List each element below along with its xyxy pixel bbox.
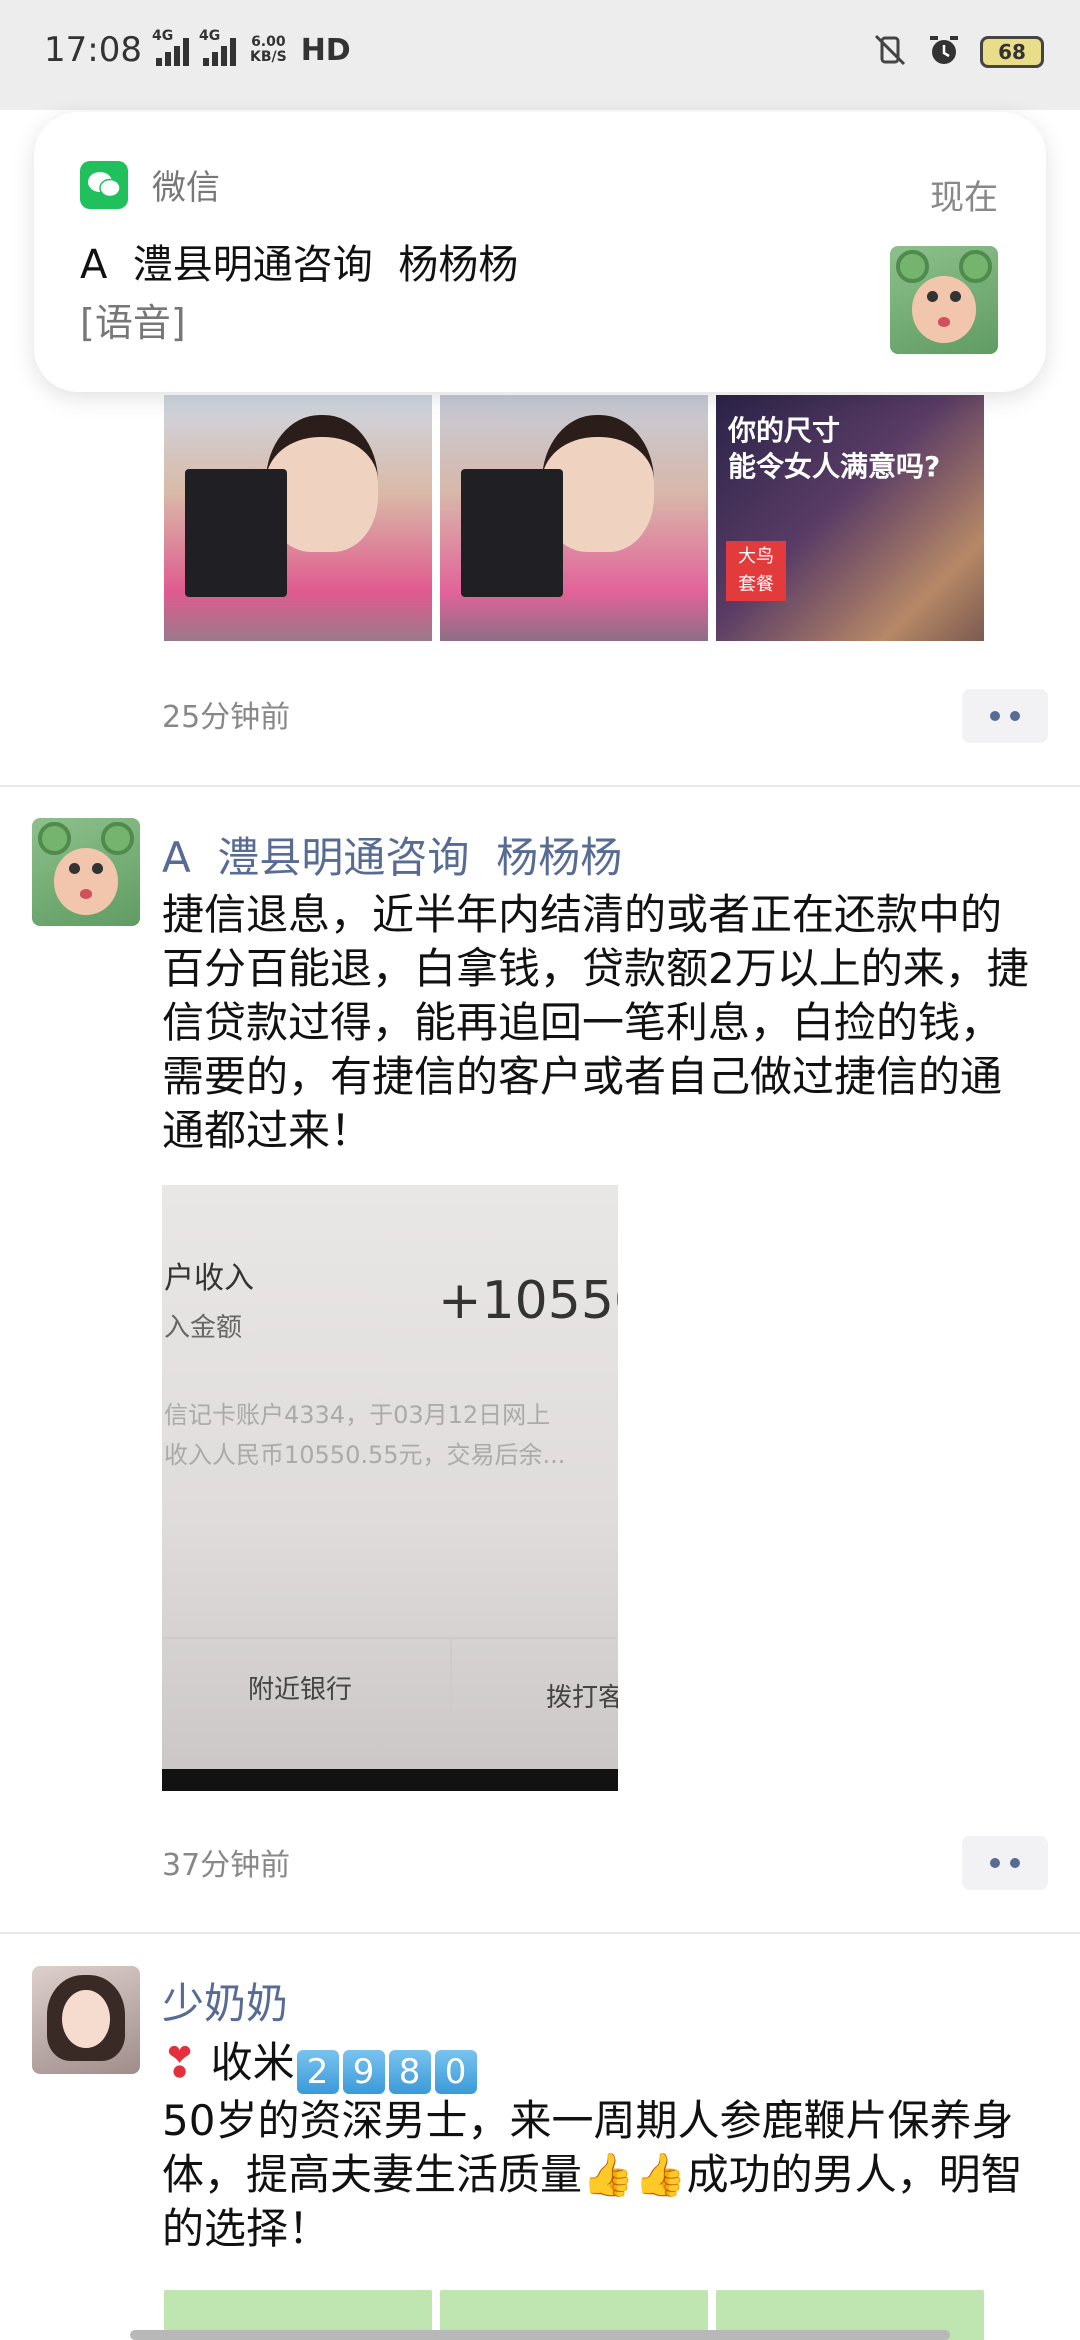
- notification-app-name: 微信: [152, 168, 220, 208]
- post-image-grid: 你的尺寸 能令女人满意吗? 大鸟 套餐: [164, 395, 984, 641]
- receipt-edge: [162, 1769, 618, 1791]
- signal-icon: 4G: [199, 28, 236, 66]
- signal-icon: 4G: [152, 28, 189, 66]
- receipt-divider: [162, 1637, 618, 1639]
- notification-time: 现在: [930, 178, 998, 218]
- post-content: ❣ 收米 2 9 8 0 50岁的资深男士，来一周期人参鹿鞭片保养身体，提高夫妻生活质量…: [162, 2036, 1032, 2256]
- wechat-icon: [80, 160, 128, 209]
- alarm-icon: [926, 32, 962, 72]
- divider: [0, 785, 1080, 787]
- post-author[interactable]: A 澧县明通咨询 杨杨杨: [162, 824, 622, 885]
- post-author[interactable]: 少奶奶: [162, 1970, 288, 2031]
- receipt-text: 拨打客: [546, 1683, 618, 1713]
- receipt-amount: +10550: [438, 1271, 618, 1331]
- net-speed: 6.00 KB/S: [250, 35, 287, 65]
- avatar[interactable]: [32, 1966, 140, 2074]
- post-image[interactable]: 你的尺寸 能令女人满意吗? 大鸟 套餐: [716, 395, 984, 641]
- keycap-digit: 2: [296, 2050, 339, 2094]
- post-time: 37分钟前: [162, 1848, 291, 1883]
- status-left: 17:08 4G 4G 6.00 KB/S HD: [44, 28, 351, 70]
- signal-label: 4G: [151, 28, 174, 44]
- image-badge: 大鸟 套餐: [726, 541, 786, 601]
- battery-icon: 68: [980, 36, 1044, 68]
- divider: [0, 1932, 1080, 1934]
- comment-menu-button[interactable]: [962, 1836, 1048, 1890]
- receipt-text: 入金额: [164, 1313, 243, 1343]
- notification-text: [语音]: [80, 301, 186, 345]
- receipt-text: 户收入: [164, 1261, 254, 1296]
- post-image[interactable]: [164, 395, 432, 641]
- net-speed-value: 6.00: [251, 34, 286, 50]
- heart-emoji: ❣: [162, 2038, 198, 2087]
- status-time: 17:08: [44, 30, 142, 70]
- receipt-text: 信记卡账户4334，于03月12日网上: [164, 1401, 551, 1429]
- hd-indicator: HD: [300, 32, 351, 68]
- post-image[interactable]: 户收入 入金额 +10550 信记卡账户4334，于03月12日网上 收入人民币…: [162, 1185, 618, 1791]
- signal-label: 4G: [198, 28, 221, 44]
- receipt-divider: [450, 1639, 452, 1739]
- post-text: 收米: [210, 2038, 295, 2087]
- comment-menu-button[interactable]: [962, 689, 1048, 743]
- net-speed-unit: KB/S: [249, 49, 287, 65]
- post-content: 捷信退息，近半年内结清的或者正在还款中的百分百能退，白拿钱，贷款额2万以上的来，…: [162, 890, 1029, 1155]
- notification-title: A 澧县明通咨询 杨杨杨: [80, 242, 519, 288]
- receipt-text: 收入人民币10550.55元，交易后余...: [164, 1441, 566, 1469]
- receipt-text: 附近银行: [248, 1675, 353, 1705]
- product-box: [461, 468, 564, 597]
- thumbs-up-emoji: 👍👍: [582, 2150, 687, 2199]
- post-image[interactable]: [440, 395, 708, 641]
- home-indicator[interactable]: [130, 2330, 950, 2340]
- notification-app: 微信: [80, 160, 220, 209]
- image-text: 你的尺寸 能令女人满意吗?: [728, 414, 941, 483]
- post-time: 25分钟前: [162, 700, 291, 735]
- product-box: [185, 468, 288, 597]
- keycap-digit: 8: [388, 2050, 431, 2094]
- keycap-digit: 9: [342, 2050, 385, 2094]
- notification-banner[interactable]: 微信 现在 A 澧县明通咨询 杨杨杨 [语音]: [34, 112, 1046, 392]
- status-right: 68: [872, 32, 1044, 72]
- status-bar: 17:08 4G 4G 6.00 KB/S HD 68: [0, 0, 1080, 110]
- sender-avatar: [890, 246, 998, 354]
- vibrate-icon: [872, 32, 908, 72]
- keycap-digit: 0: [434, 2050, 477, 2094]
- avatar[interactable]: [32, 818, 140, 926]
